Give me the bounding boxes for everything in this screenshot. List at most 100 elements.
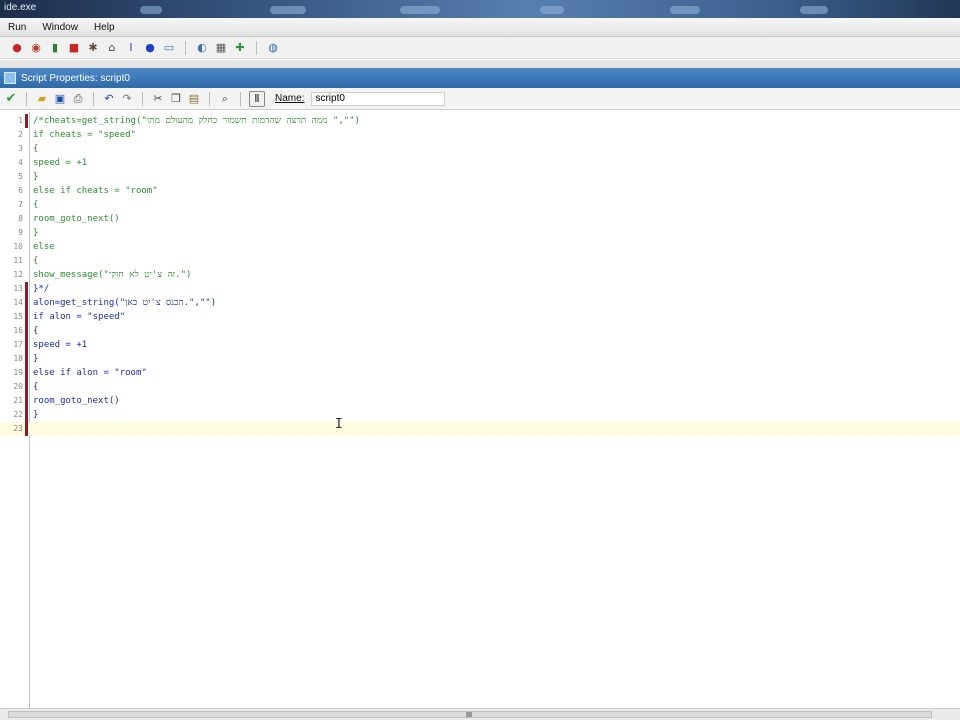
code-line[interactable]: 7 { xyxy=(0,198,960,212)
code-line[interactable]: 3 { xyxy=(0,142,960,156)
scrollbar-grip-icon xyxy=(466,712,472,717)
code-line[interactable]: 9 } xyxy=(0,226,960,240)
code-line[interactable]: 14 alon=get_string("הכנס צ'יט כאן.","") xyxy=(0,296,960,310)
code-text: if cheats = "speed" xyxy=(33,130,136,140)
code-text: } xyxy=(33,410,39,420)
code-line[interactable]: 12 show_message("זה צ'יט לא חוקי.") xyxy=(0,268,960,282)
change-marker xyxy=(25,422,28,436)
code-text: show_message("זה צ'יט לא חוקי.") xyxy=(33,270,192,280)
load-icon[interactable]: ▰ xyxy=(35,92,49,106)
print-icon[interactable]: ⎙ xyxy=(71,92,85,106)
code-text: /*cheats=get_string("ממה תרצה שהדמות תשמ… xyxy=(33,116,361,126)
toolbar-separator xyxy=(142,91,143,106)
change-marker xyxy=(25,394,28,408)
line-number: 7 xyxy=(18,200,23,209)
save-icon[interactable]: ▣ xyxy=(53,92,67,106)
line-number: 18 xyxy=(13,354,23,363)
text-cursor-icon: I xyxy=(335,417,343,432)
horizontal-scrollbar[interactable] xyxy=(0,708,960,720)
current-code-line[interactable]: 23 xyxy=(0,422,960,436)
info-icon[interactable]: ▦ xyxy=(214,41,228,55)
toolbar-separator xyxy=(240,91,241,106)
code-text: } xyxy=(33,172,39,182)
change-marker xyxy=(25,338,28,352)
menu-help[interactable]: Help xyxy=(86,22,123,33)
code-text: { xyxy=(33,326,39,336)
taskbar-blob xyxy=(540,6,564,14)
line-number: 5 xyxy=(18,172,23,181)
code-line[interactable]: 6 else if cheats = "room" xyxy=(0,184,960,198)
toolbar-separator xyxy=(185,40,186,55)
help-icon[interactable]: ● xyxy=(143,41,157,55)
code-text: if alon = "speed" xyxy=(33,312,126,322)
find-icon[interactable]: ⌕ xyxy=(218,92,232,106)
code-line[interactable]: 22 } xyxy=(0,408,960,422)
code-text: { xyxy=(33,144,39,154)
line-number: 16 xyxy=(13,326,23,335)
code-editor[interactable]: 1 /*cheats=get_string("ממה תרצה שהדמות ת… xyxy=(0,112,960,708)
code-text: room_goto_next() xyxy=(33,214,120,224)
menu-bar: Run Window Help xyxy=(0,18,960,37)
paste-icon[interactable]: ▤ xyxy=(187,92,201,106)
code-text: { xyxy=(33,256,39,266)
code-line[interactable]: 4 speed = +1 xyxy=(0,156,960,170)
script-name-input[interactable] xyxy=(311,91,446,106)
line-number: 14 xyxy=(13,298,23,307)
sprite-icon[interactable]: ◐ xyxy=(195,41,209,55)
script-properties-titlebar: Script Properties: script0 xyxy=(0,68,960,88)
name-label: Name: xyxy=(275,93,305,104)
code-line[interactable]: 5 } xyxy=(0,170,960,184)
change-marker xyxy=(25,408,28,422)
publish-icon[interactable]: Ⅰ xyxy=(124,41,138,55)
create-exe-icon[interactable]: ⌂ xyxy=(105,41,119,55)
line-number: 6 xyxy=(18,186,23,195)
stop-icon[interactable]: ■ xyxy=(67,41,81,55)
redo-icon[interactable]: ↷ xyxy=(120,92,134,106)
code-text: } xyxy=(33,354,39,364)
add-icon[interactable]: ✚ xyxy=(233,41,247,55)
line-number: 3 xyxy=(18,144,23,153)
window-title: ide.exe xyxy=(4,2,37,13)
code-line[interactable]: 8 room_goto_next() xyxy=(0,212,960,226)
ok-check-icon[interactable]: ✔ xyxy=(4,91,18,106)
code-line[interactable]: 18 } xyxy=(0,352,960,366)
copy-icon[interactable]: ❐ xyxy=(169,92,183,106)
code-line[interactable]: 1 /*cheats=get_string("ממה תרצה שהדמות ת… xyxy=(0,114,960,128)
menu-window[interactable]: Window xyxy=(34,22,86,33)
code-line[interactable]: 13 }*/ xyxy=(0,282,960,296)
code-text: speed = +1 xyxy=(33,158,88,168)
debug-icon[interactable]: ◉ xyxy=(29,41,43,55)
main-toolbar: ● ◉ ▮ ■ ✱ ⌂ Ⅰ ● ▭ ◐ ▦ ✚ ◍ xyxy=(0,37,960,59)
line-number: 23 xyxy=(13,424,23,433)
clean-icon[interactable]: ✱ xyxy=(86,41,100,55)
line-number: 8 xyxy=(18,214,23,223)
line-number: 10 xyxy=(13,242,23,251)
script-toolbar: ✔ ▰ ▣ ⎙ ↶ ↷ ✂ ❐ ▤ ⌕ Ⅱ Name: xyxy=(0,88,960,110)
code-text: else xyxy=(33,242,55,252)
code-line[interactable]: 17 speed = +1 xyxy=(0,338,960,352)
code-line[interactable]: 10 else xyxy=(0,240,960,254)
code-text: { xyxy=(33,382,39,392)
code-line[interactable]: 11 { xyxy=(0,254,960,268)
code-line[interactable]: 19 else if alon = "room" xyxy=(0,366,960,380)
undo-icon[interactable]: ↶ xyxy=(102,92,116,106)
code-text: room_goto_next() xyxy=(33,396,120,406)
code-line[interactable]: 2 if cheats = "speed" xyxy=(0,128,960,142)
toolbar-separator xyxy=(26,91,27,106)
pause-icon[interactable]: ▮ xyxy=(48,41,62,55)
code-line[interactable]: 20 { xyxy=(0,380,960,394)
code-line[interactable]: 21 room_goto_next() xyxy=(0,394,960,408)
open-icon[interactable]: ▭ xyxy=(162,41,176,55)
code-line[interactable]: 15 if alon = "speed" xyxy=(0,310,960,324)
code-line[interactable]: 16 { xyxy=(0,324,960,338)
run-icon[interactable]: ● xyxy=(10,41,24,55)
change-marker xyxy=(25,296,28,310)
toolbar-separator xyxy=(209,91,210,106)
properties-title: Script Properties: script0 xyxy=(21,72,130,84)
cut-icon[interactable]: ✂ xyxy=(151,92,165,106)
manual-icon[interactable]: ◍ xyxy=(266,41,280,55)
line-number: 22 xyxy=(13,410,23,419)
line-number: 2 xyxy=(18,130,23,139)
menu-run[interactable]: Run xyxy=(0,22,34,33)
window-title-bar: ide.exe xyxy=(0,0,960,18)
